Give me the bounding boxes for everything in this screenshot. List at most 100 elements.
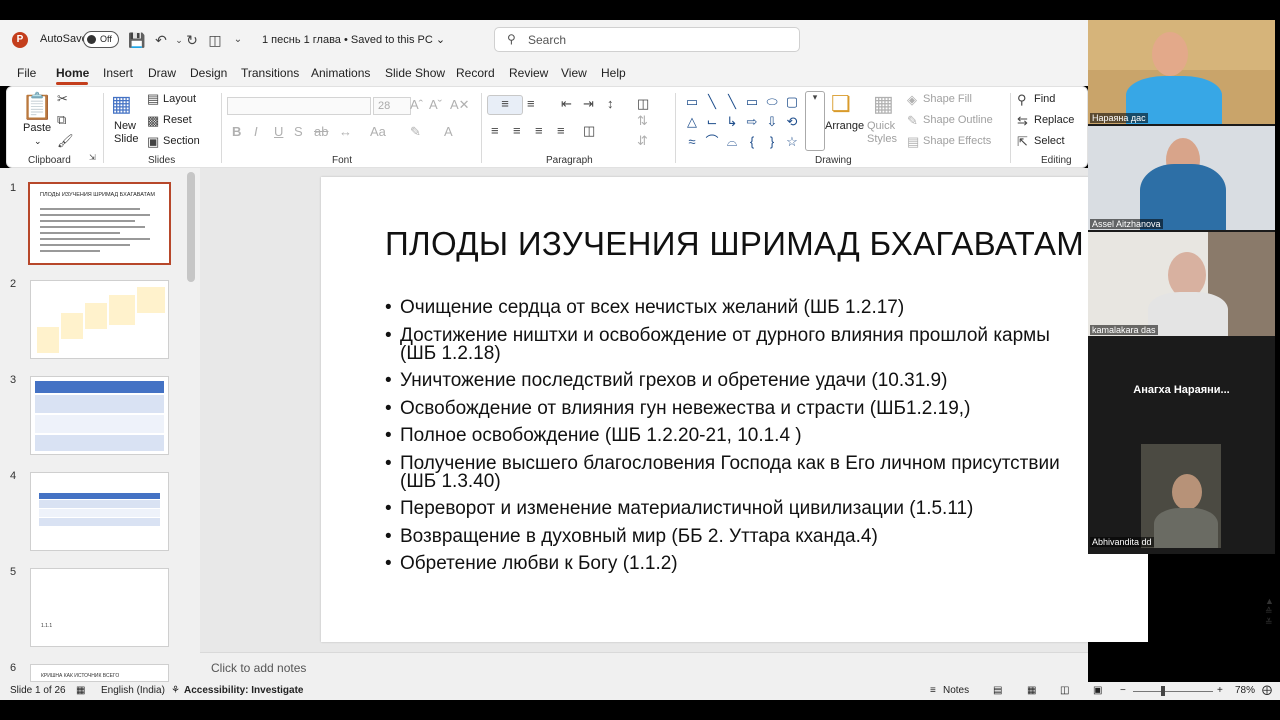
participant-tile[interactable]: Анагха Нараяни... <box>1088 338 1275 442</box>
shadow-icon[interactable]: S <box>294 124 303 139</box>
italic-icon[interactable]: I <box>254 124 258 139</box>
shape-fill-button[interactable]: Shape Fill <box>923 93 972 105</box>
tab-insert[interactable]: Insert <box>103 66 133 80</box>
slide-thumbnail-5[interactable]: 1.1.1 <box>30 568 169 647</box>
layout-icon[interactable]: ▤ <box>147 91 159 107</box>
slide-canvas[interactable]: ПЛОДЫ ИЗУЧЕНИЯ ШРИМАД БХАГАВАТАМ Очищени… <box>321 177 1148 642</box>
participant-tile[interactable]: kamalakara das <box>1088 232 1275 336</box>
shape-fill-icon[interactable]: ◈ <box>907 92 917 108</box>
text-columns-icon[interactable]: ◫ <box>583 123 595 139</box>
line-shape-icon[interactable]: ╲ <box>703 93 721 111</box>
slide-thumbnail-panel[interactable]: 1 ПЛОДЫ ИЗУЧЕНИЯ ШРИМАД БХАГАВАТАМ 2 3 4… <box>0 168 200 682</box>
line-spacing-icon[interactable]: ↕ <box>607 96 614 111</box>
copy-icon[interactable]: ⧉ <box>57 112 66 128</box>
find-icon[interactable]: ⚲ <box>1017 92 1027 108</box>
oval-shape-icon[interactable]: ⬭ <box>763 93 781 111</box>
select-button[interactable]: Select <box>1034 135 1065 147</box>
triangle-shape-icon[interactable]: △ <box>683 113 701 131</box>
increase-indent-icon[interactable]: ⇥ <box>583 96 594 112</box>
align-text-icon[interactable]: ⇵ <box>637 133 648 149</box>
bold-icon[interactable]: B <box>232 124 241 139</box>
redo-icon[interactable]: ↻ <box>183 31 201 49</box>
tab-view[interactable]: View <box>561 66 587 80</box>
arrange-icon[interactable]: ❏ <box>831 91 851 117</box>
star-shape-icon[interactable]: ☆ <box>783 133 801 151</box>
right-arrow-shape-icon[interactable]: ⇨ <box>743 113 761 131</box>
curve-shape-icon[interactable]: ⌓ <box>723 133 741 151</box>
increase-font-icon[interactable]: Aˆ <box>410 97 423 112</box>
notes-pane[interactable]: Click to add notes <box>200 652 1088 682</box>
font-size-field[interactable]: 28 <box>373 97 411 115</box>
underline-icon[interactable]: U <box>274 124 283 139</box>
notes-toggle[interactable]: Notes <box>943 685 969 696</box>
find-button[interactable]: Find <box>1034 93 1055 105</box>
brace-right-shape-icon[interactable]: } <box>763 133 781 151</box>
notes-icon[interactable]: ≡ <box>930 685 936 696</box>
numbering-icon[interactable]: ≡ <box>527 96 535 111</box>
quick-styles-icon[interactable]: ▦ <box>873 91 894 117</box>
align-left-icon[interactable]: ≡ <box>491 123 499 138</box>
participant-tile[interactable]: Abhivandita dd <box>1088 444 1275 548</box>
tab-design[interactable]: Design <box>190 66 227 80</box>
document-title[interactable]: 1 песнь 1 глава • Saved to this PC ⌄ <box>262 33 445 46</box>
section-button[interactable]: Section <box>163 135 200 147</box>
columns-icon[interactable]: ◫ <box>637 96 649 112</box>
slide-thumbnail-3[interactable] <box>30 376 169 455</box>
quick-styles-button[interactable]: Quick Styles <box>867 120 903 146</box>
paste-button[interactable]: Paste <box>23 122 51 134</box>
down-arrow-shape-icon[interactable]: ⇩ <box>763 113 781 131</box>
paste-icon[interactable]: 📋 <box>21 91 53 122</box>
highlight-icon[interactable]: ✎ <box>410 124 421 140</box>
slide-thumbnail-6[interactable]: КРИШНА КАК ИСТОЧНИК ВСЕГО <box>30 664 169 682</box>
shapes-more-button[interactable]: ▾ <box>805 91 825 151</box>
slide-bullet-list[interactable]: Очищение сердца от всех нечистых желаний… <box>385 298 1085 583</box>
zoom-level[interactable]: 78% <box>1235 685 1255 696</box>
save-icon[interactable]: 💾 <box>128 31 146 49</box>
rectangle-shape-icon[interactable]: ▭ <box>743 93 761 111</box>
participant-tile[interactable]: Assel Aitzhanova <box>1088 126 1275 230</box>
fit-to-window-icon[interactable]: ⨁ <box>1262 685 1272 696</box>
tab-home[interactable]: Home <box>56 66 89 80</box>
connector-shape-icon[interactable]: ↳ <box>723 113 741 131</box>
replace-icon[interactable]: ⇆ <box>1017 113 1028 129</box>
strikethrough-icon[interactable]: ab <box>314 124 328 139</box>
thumbnail-scrollbar[interactable] <box>187 172 195 282</box>
customize-toolbar-icon[interactable]: ⌄ <box>229 31 247 49</box>
slide-thumbnail-4[interactable] <box>30 472 169 551</box>
participant-tile[interactable]: Нараяна дас <box>1088 20 1275 124</box>
tab-file[interactable]: File <box>17 66 36 80</box>
brace-left-shape-icon[interactable]: { <box>743 133 761 151</box>
shapes-gallery[interactable]: ▭ ╲ ╲ ▭ ⬭ ▢ △ ⌙ ↳ ⇨ ⇩ ⟲ ≈ ⌒ ⌓ { } ☆ <box>683 93 803 153</box>
autosave-toggle[interactable]: Off <box>83 31 119 48</box>
line-shape-icon[interactable]: ╲ <box>723 93 741 111</box>
character-spacing-icon[interactable]: ↔ <box>339 124 352 139</box>
arrange-button[interactable]: Arrange <box>825 120 864 132</box>
bullets-icon[interactable]: ≡ <box>487 95 523 115</box>
clipboard-launcher-icon[interactable]: ⇲ <box>89 153 96 162</box>
zoom-slider-thumb[interactable] <box>1161 686 1165 696</box>
zoom-out-icon[interactable]: − <box>1120 685 1126 696</box>
shape-outline-icon[interactable]: ✎ <box>907 113 918 129</box>
shape-effects-icon[interactable]: ▤ <box>907 134 919 150</box>
shape-outline-button[interactable]: Shape Outline <box>923 114 993 126</box>
textbox-shape-icon[interactable]: ▭ <box>683 93 701 111</box>
text-direction-icon[interactable]: ⇅ <box>637 113 648 129</box>
section-icon[interactable]: ▣ <box>147 134 159 150</box>
reset-icon[interactable]: ▩ <box>147 113 159 129</box>
reading-view-icon[interactable]: ◫ <box>1060 685 1069 696</box>
slide-thumbnail-1[interactable]: ПЛОДЫ ИЗУЧЕНИЯ ШРИМАД БХАГАВАТАМ <box>28 182 171 265</box>
shape-effects-button[interactable]: Shape Effects <box>923 135 991 147</box>
normal-view-icon[interactable]: ▤ <box>993 685 1002 696</box>
accessibility-status[interactable]: Accessibility: Investigate <box>184 685 304 696</box>
connector-shape-icon[interactable]: ⌙ <box>703 113 721 131</box>
layout-button[interactable]: Layout <box>163 93 196 105</box>
tab-help[interactable]: Help <box>601 66 626 80</box>
slide-sorter-icon[interactable]: ▦ <box>1027 685 1036 696</box>
freeform-shape-icon[interactable]: ≈ <box>683 133 701 151</box>
spelling-icon[interactable]: ▦ <box>76 685 85 696</box>
slide-thumbnail-2[interactable] <box>30 280 169 359</box>
present-icon[interactable]: ◫ <box>206 31 224 49</box>
cut-icon[interactable]: ✂ <box>57 91 68 107</box>
font-name-field[interactable] <box>227 97 371 115</box>
font-color-icon[interactable]: A <box>444 124 453 139</box>
